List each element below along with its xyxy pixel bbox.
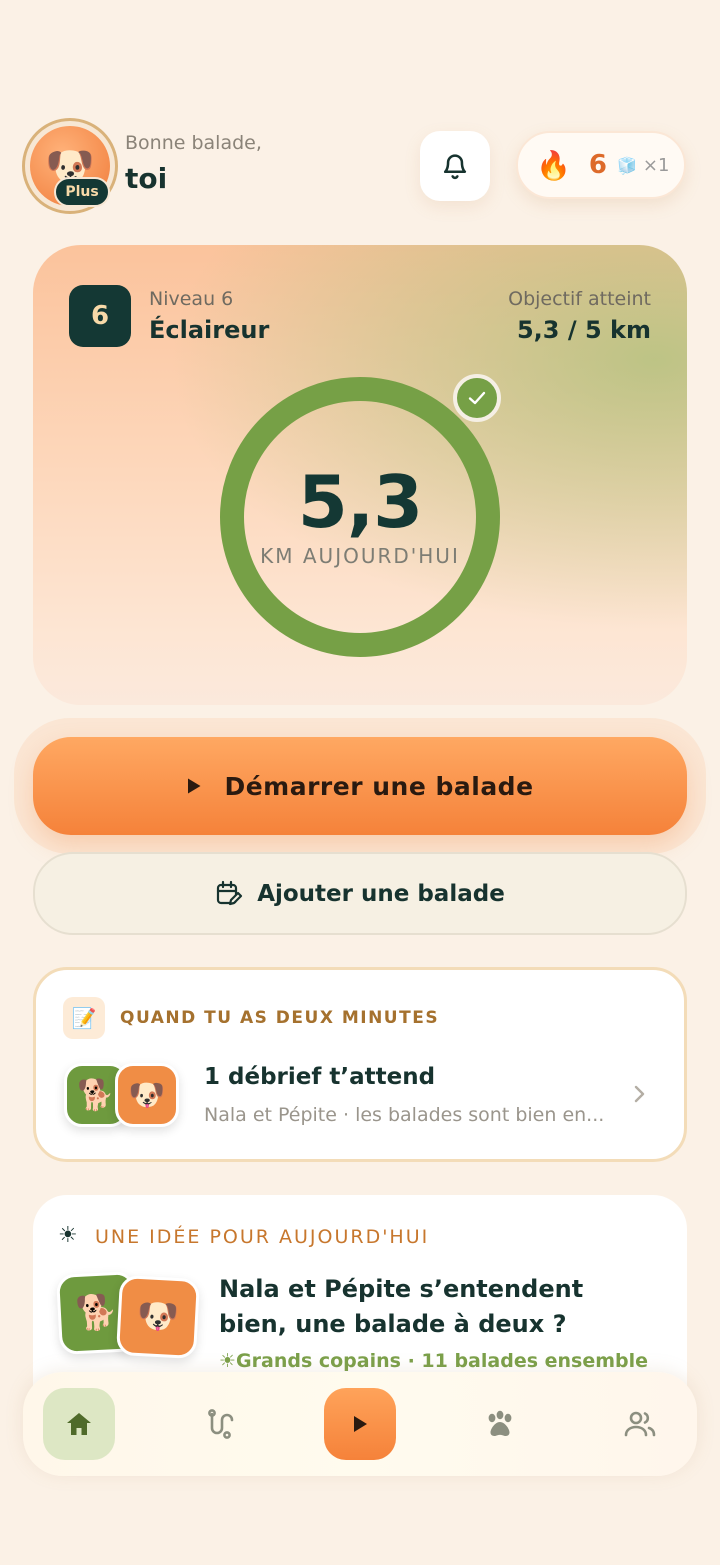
level-label: Niveau 6 — [149, 288, 234, 310]
user-name: toi — [125, 162, 168, 195]
start-walk-label: Démarrer une balade — [224, 771, 534, 801]
nav-home[interactable] — [43, 1388, 115, 1460]
memo-icon: 📝 — [63, 997, 105, 1039]
pet-emoji: 🐕 — [74, 1291, 120, 1335]
bell-icon — [443, 154, 467, 180]
distance-value: 5,3 — [297, 460, 424, 544]
add-walk-label: Ajouter une balade — [257, 880, 505, 907]
notifications-button[interactable] — [420, 131, 490, 201]
idea-title: Nala et Pépite s’entendent bien, une bal… — [219, 1275, 584, 1338]
nav-routes[interactable] — [183, 1388, 255, 1460]
chevron-right-icon[interactable] — [632, 1083, 646, 1109]
sun-icon: ☀ — [58, 1223, 78, 1248]
home-icon — [67, 1413, 91, 1435]
pet-avatar-pepite: 🐶 — [115, 1063, 179, 1127]
goal-check-icon — [453, 374, 501, 422]
idea-subtitle: ☀Grands copains · 11 balades ensemble — [219, 1350, 649, 1372]
play-icon — [354, 1416, 367, 1432]
pet-avatar-pepite: 🐶 — [115, 1274, 201, 1360]
idea-kicker: UNE IDÉE POUR AUJOURD'HUI — [95, 1226, 430, 1248]
debrief-kicker: QUAND TU AS DEUX MINUTES — [120, 1008, 440, 1028]
distance-unit: KM AUJOURD'HUI — [260, 544, 460, 568]
greeting-text: Bonne balade, — [125, 132, 262, 154]
nav-pets[interactable] — [464, 1388, 536, 1460]
streak-count: 6 — [588, 150, 607, 180]
level-title: Éclaireur — [149, 316, 270, 344]
fire-icon: 🔥 — [536, 148, 571, 182]
streak-pill[interactable]: 🔥 6 🧊 ×1 — [516, 131, 686, 199]
goal-value: 5,3 / 5 km — [516, 316, 651, 344]
start-walk-button[interactable]: Démarrer une balade — [33, 737, 687, 835]
calendar-edit-icon — [217, 880, 243, 905]
plan-badge: Plus — [54, 177, 110, 207]
debrief-subtitle: Nala et Pépite · les balades sont bien e… — [204, 1104, 605, 1126]
routes-icon — [208, 1409, 234, 1439]
add-walk-button[interactable]: Ajouter une balade — [33, 852, 687, 935]
play-icon — [188, 778, 201, 794]
pet-emoji: 🐶 — [135, 1295, 181, 1339]
nav-start-walk[interactable] — [324, 1388, 396, 1460]
nav-friends[interactable] — [604, 1388, 676, 1460]
paw-icon — [488, 1410, 512, 1436]
debrief-title: 1 débrief t’attend — [204, 1064, 436, 1090]
pet-emoji: 🐕 — [77, 1077, 115, 1113]
pet-emoji: 🐶 — [128, 1077, 166, 1113]
goal-label: Objectif atteint — [508, 288, 651, 310]
freeze-icon: 🧊 — [616, 155, 637, 175]
level-number-badge: 6 — [69, 285, 131, 347]
freeze-count: ×1 — [642, 154, 670, 176]
friends-icon — [624, 1411, 656, 1437]
